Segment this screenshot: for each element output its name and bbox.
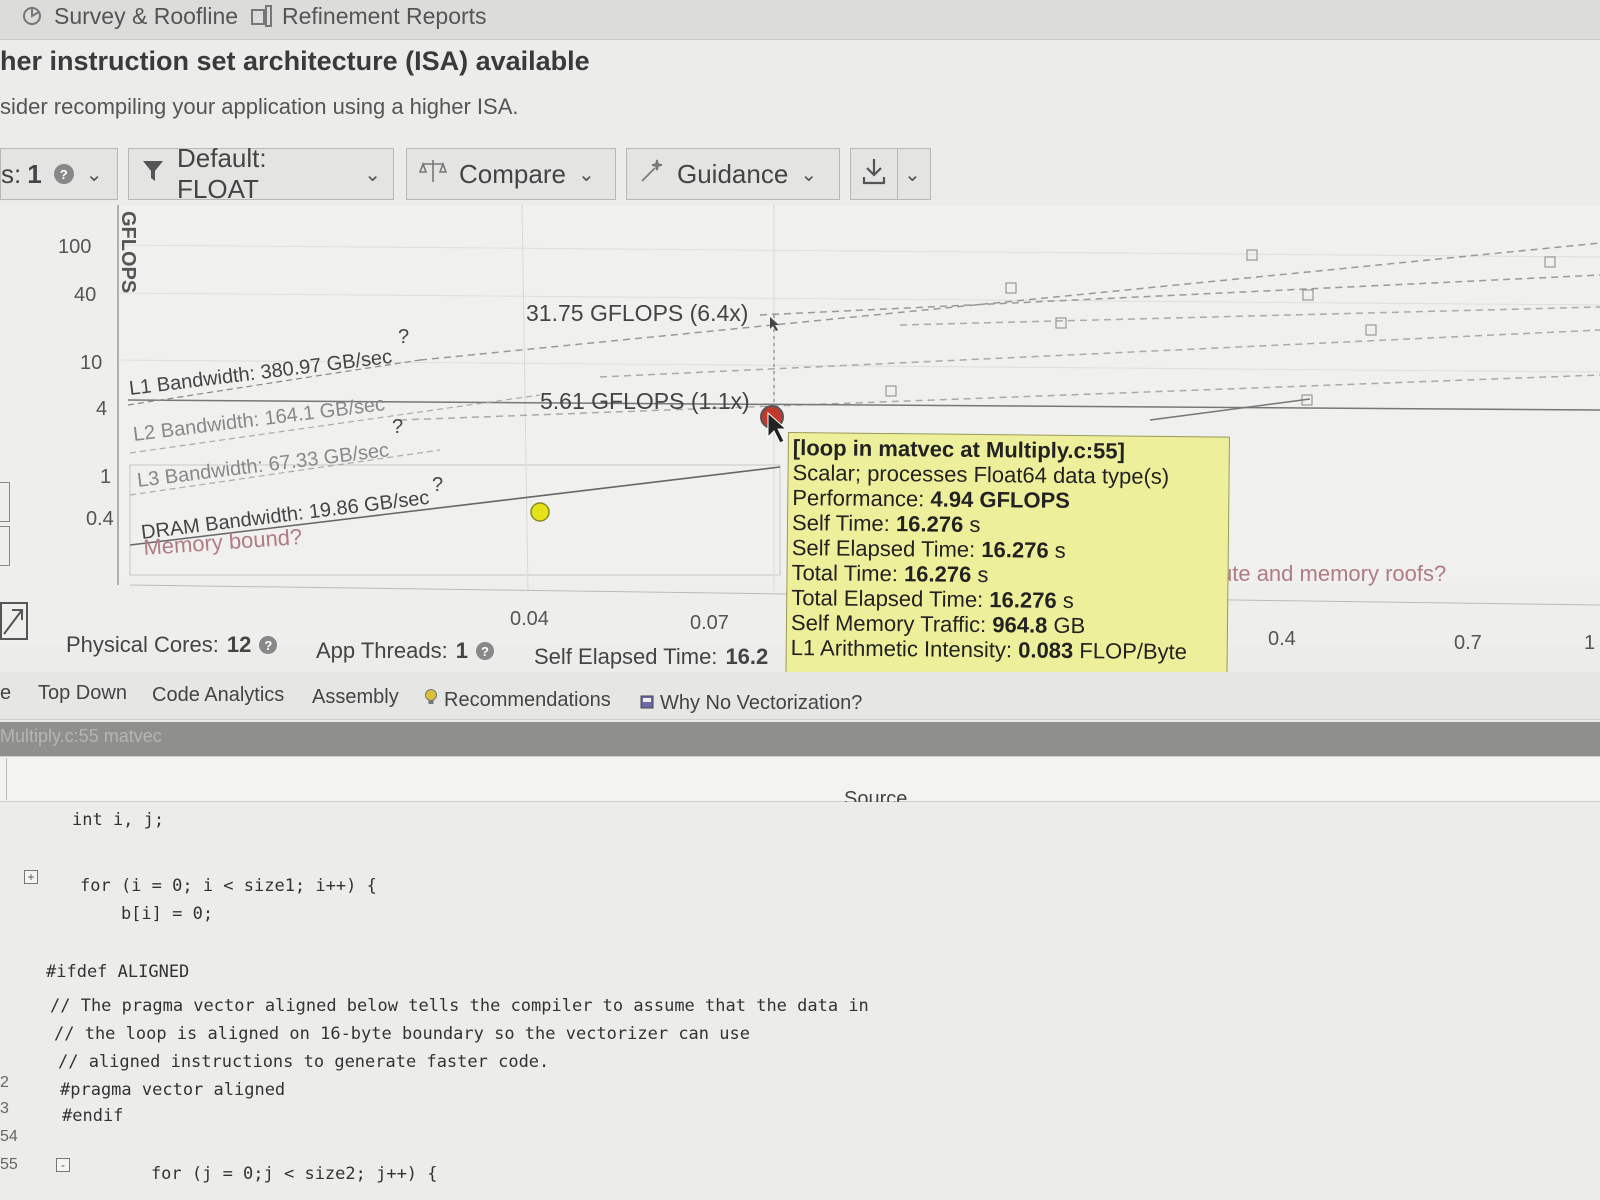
guidance-label: Guidance <box>677 158 789 189</box>
tab-survey-roofline[interactable]: Survey & Roofline <box>22 2 238 30</box>
threads-value: 1 <box>27 158 42 189</box>
tab-why-no-vectorization[interactable]: Why No Vectorization? <box>640 692 862 715</box>
recommendation-text: sider recompiling your application using… <box>0 94 519 119</box>
report-icon <box>640 692 654 715</box>
code-line: // The pragma vector aligned below tells… <box>50 996 869 1016</box>
x-tick-label: 0.4 <box>1268 628 1296 650</box>
tab-refinement-reports[interactable]: Refinement Reports <box>250 2 487 30</box>
x-tick-label: 0.04 <box>510 608 549 630</box>
lightbulb-icon <box>424 688 438 712</box>
chevron-down-icon: ⌄ <box>577 163 595 186</box>
y-tick-label: 1 <box>100 466 111 488</box>
tab-label: Refinement Reports <box>282 2 487 29</box>
code-line: for (i = 0; i < size1; i++) { <box>80 876 377 896</box>
compare-dropdown[interactable]: Compare ⌄ <box>406 148 616 200</box>
y-tick-label: 0.4 <box>86 508 114 530</box>
loop-tooltip: [loop in matvec at Multiply.c:55] Scalar… <box>785 432 1230 687</box>
self-elapsed-stat: Self Elapsed Time: 16.2 <box>534 644 769 669</box>
collapse-toggle-icon[interactable]: - <box>56 1158 70 1172</box>
tab-recommendations[interactable]: Recommendations <box>424 688 611 712</box>
question-mark: ? <box>432 474 443 496</box>
help-icon[interactable]: ? <box>259 636 278 654</box>
code-line: b[i] = 0; <box>80 904 214 924</box>
loop-dot <box>530 502 550 522</box>
y-tick-label: 40 <box>74 284 96 306</box>
question-mark: ? <box>392 416 403 438</box>
filter-dropdown[interactable]: Default: FLOAT ⌄ <box>128 143 394 204</box>
export-button[interactable] <box>850 148 898 200</box>
fit-view-icon[interactable] <box>0 602 28 640</box>
code-line: int i, j; <box>72 810 165 830</box>
filter-label: Default: FLOAT <box>177 143 267 204</box>
survey-roofline-icon <box>22 4 46 28</box>
threads-label: s: <box>1 158 22 189</box>
code-line: // the loop is aligned on 16-byte bounda… <box>54 1024 750 1044</box>
x-tick-label: 0.7 <box>1454 632 1482 650</box>
column-divider <box>6 758 7 800</box>
download-icon <box>861 157 887 192</box>
upper-roof-value: 31.75 GFLOPS (6.4x) <box>526 300 748 326</box>
chevron-down-icon: ⌄ <box>364 163 381 186</box>
x-tick-label: 1 <box>1584 632 1595 650</box>
top-tab-strip <box>0 0 1600 40</box>
threads-selector[interactable]: s: 1 ? ⌄ <box>0 148 118 200</box>
code-line: // aligned instructions to generate fast… <box>58 1052 550 1072</box>
tab-partial[interactable]: e <box>0 682 11 705</box>
tooltip-row: L1 Arithmetic Intensity: 0.083 FLOP/Byte <box>790 635 1188 665</box>
expand-toggle-icon[interactable]: + <box>24 870 38 884</box>
code-line: #pragma vector aligned <box>60 1080 286 1100</box>
line-number: 2 <box>0 1074 9 1091</box>
code-line: for (j = 0;j < size2; j++) { <box>110 1164 438 1184</box>
refinement-reports-icon <box>250 4 274 28</box>
tab-label: Survey & Roofline <box>54 2 239 29</box>
y-tick-label: 10 <box>80 352 102 374</box>
app-threads-stat: App Threads: 1 ? <box>316 638 494 664</box>
code-line: #endif <box>62 1106 124 1126</box>
help-icon[interactable]: ? <box>53 164 74 184</box>
compare-scale-icon <box>418 158 448 191</box>
question-mark: ? <box>398 326 409 348</box>
y-tick-label: 4 <box>96 398 107 420</box>
help-icon[interactable]: ? <box>475 642 494 660</box>
code-line: #ifdef ALIGNED <box>46 962 190 982</box>
compute-memory-roofs-link[interactable]: ute and memory roofs? <box>1220 561 1446 586</box>
source-path-bar: Multiply.c:55 matvec <box>0 722 1600 756</box>
y-axis-label: GFLOPS <box>117 211 139 293</box>
line-number: 54 <box>0 1128 18 1145</box>
tab-top-down[interactable]: Top Down <box>38 682 127 705</box>
chevron-down-icon: ⌄ <box>85 163 103 186</box>
physical-cores-stat: Physical Cores: 12 ? <box>66 632 278 658</box>
line-number: 55 <box>0 1156 18 1173</box>
y-tick-label: 100 <box>58 236 91 258</box>
source-header <box>0 756 1600 802</box>
guidance-dropdown[interactable]: Guidance ⌄ <box>626 148 840 200</box>
line-number: 3 <box>0 1100 9 1117</box>
source-path: Multiply.c:55 matvec <box>0 726 162 746</box>
side-panel-handle[interactable] <box>0 482 10 522</box>
tab-assembly[interactable]: Assembly <box>312 686 399 709</box>
x-tick-label: 0.07 <box>690 612 729 634</box>
side-panel-handle[interactable] <box>0 526 10 566</box>
compare-label: Compare <box>459 158 566 189</box>
recommendation-title: her instruction set architecture (ISA) a… <box>0 46 590 76</box>
chevron-down-icon: ⌄ <box>800 163 818 186</box>
export-menu-button[interactable]: ⌄ <box>897 148 931 200</box>
tab-code-analytics[interactable]: Code Analytics <box>152 684 284 707</box>
lower-roof-value: 5.61 GFLOPS (1.1x) <box>540 388 750 414</box>
guidance-wand-icon <box>639 158 665 191</box>
chevron-down-icon: ⌄ <box>904 163 921 186</box>
filter-icon <box>141 158 165 191</box>
